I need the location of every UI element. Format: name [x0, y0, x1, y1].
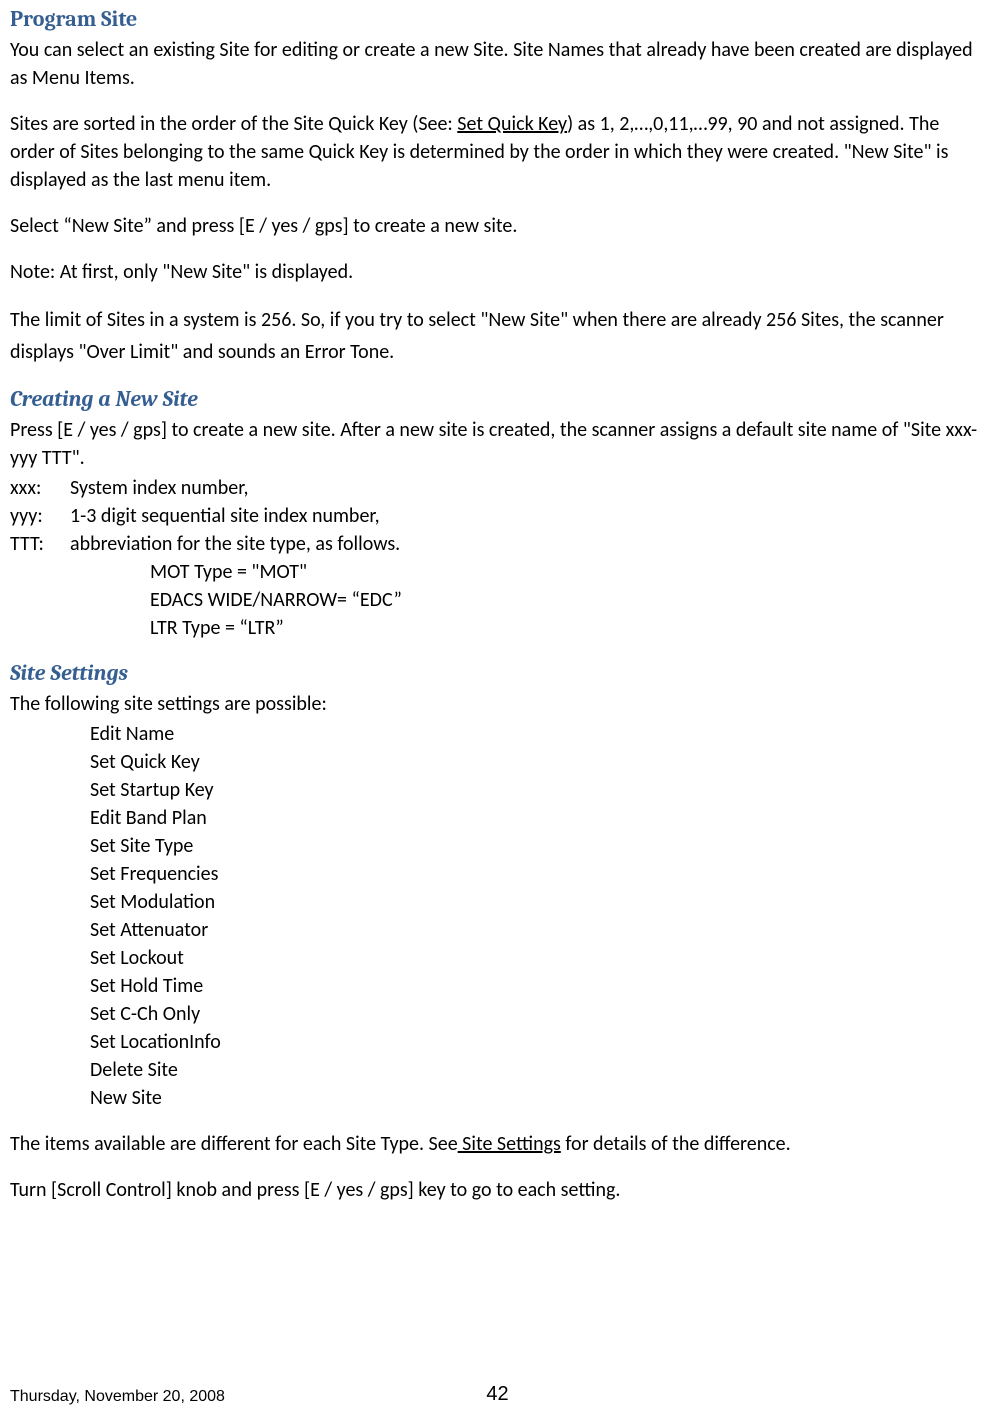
- heading-site-settings: Site Settings: [10, 660, 985, 686]
- text: Sites are sorted in the order of the Sit…: [10, 112, 457, 136]
- document-page: Program Site You can select an existing …: [0, 0, 995, 1426]
- list-item: Set Lockout: [90, 944, 985, 972]
- def-val: System index number,: [70, 474, 412, 502]
- def-val: abbreviation for the site type, as follo…: [70, 530, 412, 558]
- list-item: Edit Band Plan: [90, 804, 985, 832]
- def-val: 1-3 digit sequential site index number,: [70, 502, 412, 530]
- def-key: TTT:: [10, 530, 70, 558]
- footer-date: Thursday, November 20, 2008: [10, 1388, 225, 1405]
- paragraph: You can select an existing Site for edit…: [10, 36, 985, 92]
- paragraph: Press [E / yes / gps] to create a new si…: [10, 416, 985, 472]
- definition-table: xxx: System index number, yyy: 1-3 digit…: [10, 474, 412, 558]
- paragraph: The limit of Sites in a system is 256. S…: [10, 304, 985, 368]
- link-site-settings[interactable]: Site Settings: [458, 1132, 561, 1156]
- list-item: Set Attenuator: [90, 916, 985, 944]
- section-site-settings: The following site settings are possible…: [10, 690, 985, 1204]
- list-item: MOT Type = "MOT": [150, 558, 985, 586]
- section-program-site: You can select an existing Site for edit…: [10, 36, 985, 368]
- settings-list: Edit Name Set Quick Key Set Startup Key …: [90, 720, 985, 1112]
- footer-page-number: 42: [486, 1383, 508, 1406]
- list-item: Set Frequencies: [90, 860, 985, 888]
- paragraph: The items available are different for ea…: [10, 1130, 985, 1158]
- list-item: Set Quick Key: [90, 748, 985, 776]
- paragraph: Turn [Scroll Control] knob and press [E …: [10, 1176, 985, 1204]
- def-key: yyy:: [10, 502, 70, 530]
- table-row: xxx: System index number,: [10, 474, 412, 502]
- heading-creating-new-site: Creating a New Site: [10, 386, 985, 412]
- table-row: yyy: 1-3 digit sequential site index num…: [10, 502, 412, 530]
- table-row: TTT: abbreviation for the site type, as …: [10, 530, 412, 558]
- list-item: Set LocationInfo: [90, 1028, 985, 1056]
- list-item: New Site: [90, 1084, 985, 1112]
- section-creating-new-site: Press [E / yes / gps] to create a new si…: [10, 416, 985, 642]
- paragraph: Note: At first, only "New Site" is displ…: [10, 258, 985, 286]
- paragraph: The following site settings are possible…: [10, 690, 985, 718]
- list-item: Set C-Ch Only: [90, 1000, 985, 1028]
- list-item: Set Modulation: [90, 888, 985, 916]
- page-footer: Thursday, November 20, 2008 42: [0, 1388, 995, 1406]
- list-item: EDACS WIDE/NARROW= “EDC”: [150, 586, 985, 614]
- text: for details of the difference.: [561, 1132, 791, 1156]
- paragraph: Sites are sorted in the order of the Sit…: [10, 110, 985, 194]
- list-item: Set Startup Key: [90, 776, 985, 804]
- text: The items available are different for ea…: [10, 1132, 458, 1156]
- paragraph: Select “New Site” and press [E / yes / g…: [10, 212, 985, 240]
- link-set-quick-key[interactable]: Set Quick Key: [457, 112, 567, 136]
- list-item: LTR Type = “LTR”: [150, 614, 985, 642]
- heading-program-site: Program Site: [10, 6, 985, 32]
- list-item: Delete Site: [90, 1056, 985, 1084]
- def-key: xxx:: [10, 474, 70, 502]
- type-list: MOT Type = "MOT" EDACS WIDE/NARROW= “EDC…: [150, 558, 985, 642]
- list-item: Set Hold Time: [90, 972, 985, 1000]
- list-item: Edit Name: [90, 720, 985, 748]
- list-item: Set Site Type: [90, 832, 985, 860]
